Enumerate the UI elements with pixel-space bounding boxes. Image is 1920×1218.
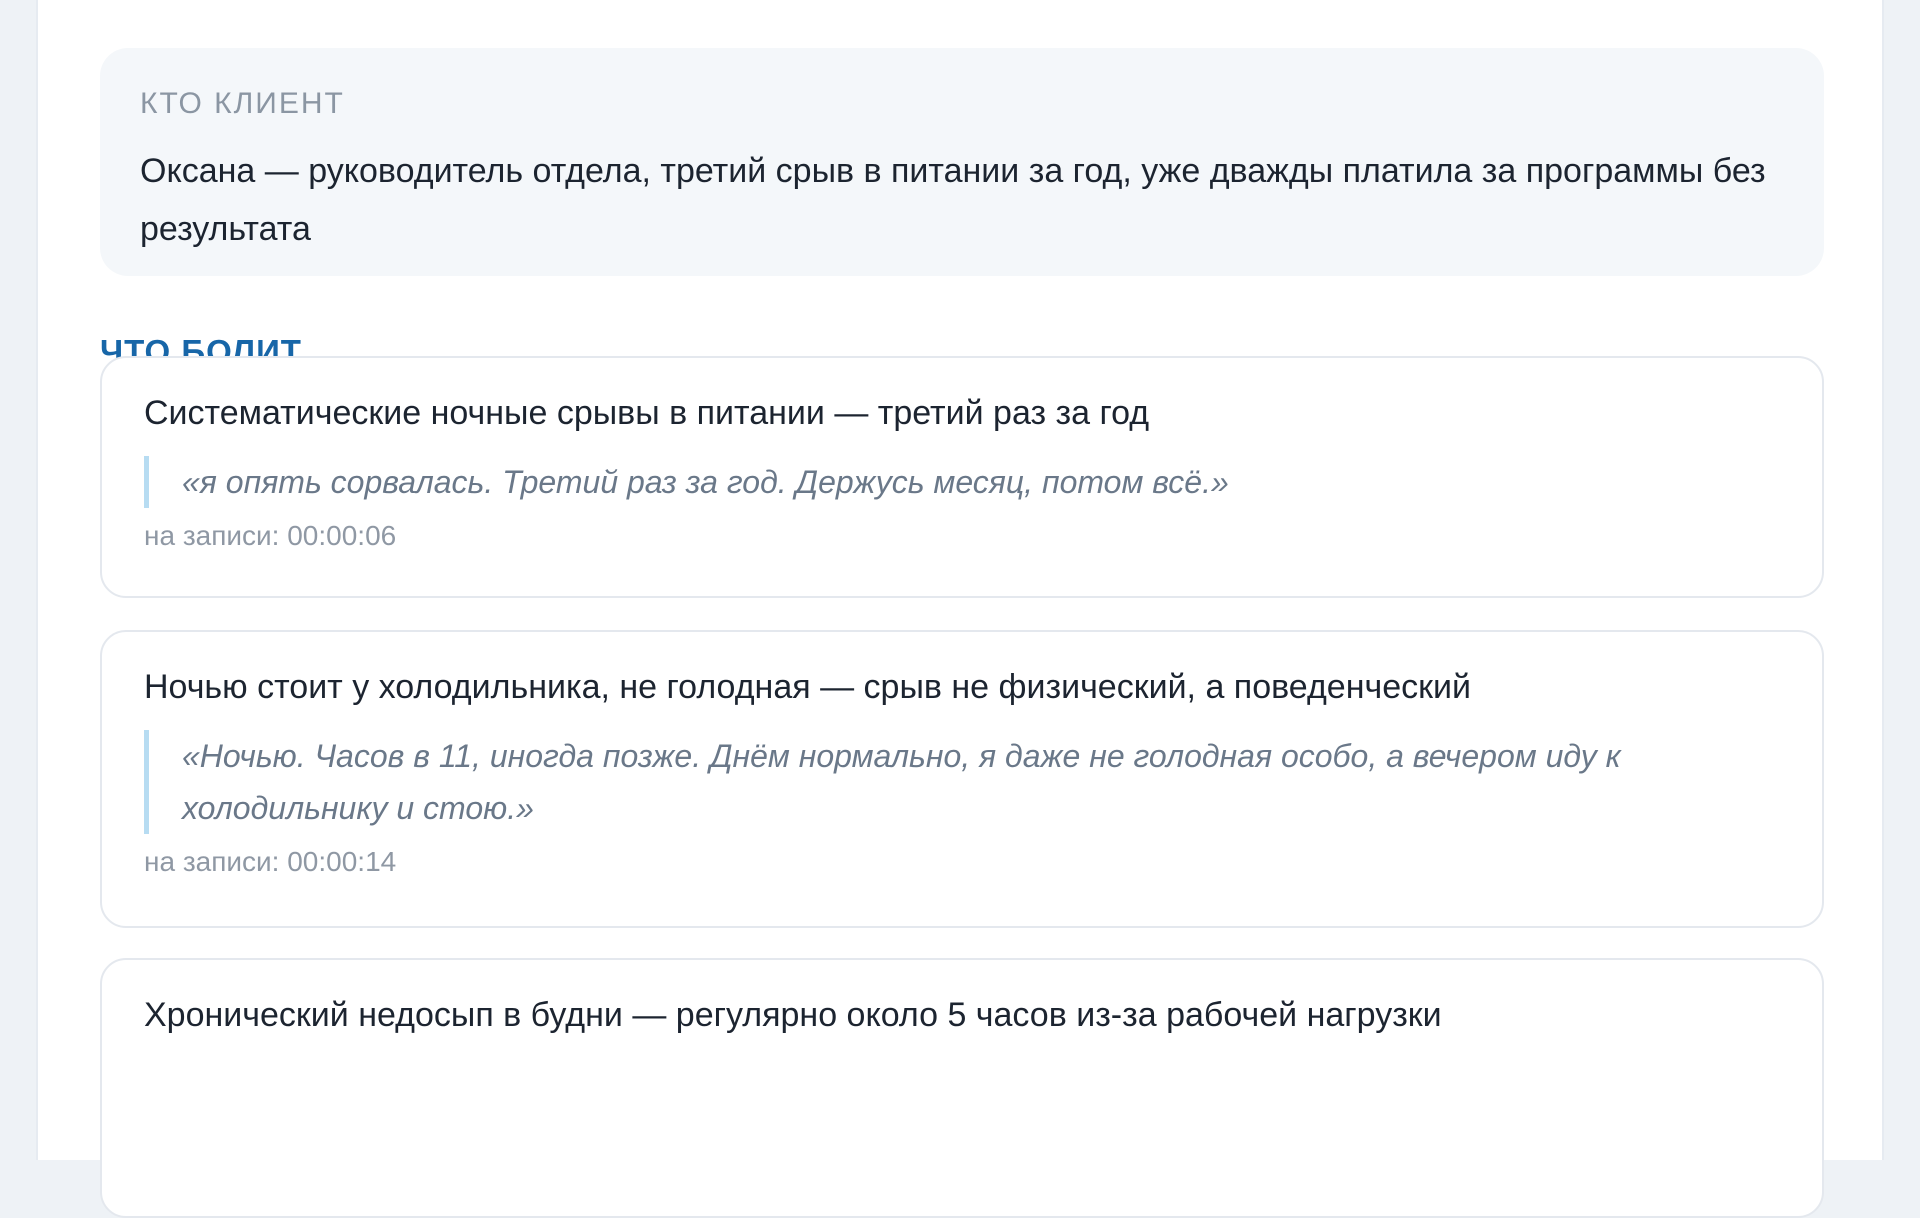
pain-card: Систематические ночные срывы в питании —… [100,356,1824,598]
pain-card-title: Хронический недосып в будни — регулярно … [144,996,1442,1034]
pain-card-quote: «я опять сорвалась. Третий раз за год. Д… [144,456,1780,508]
pain-card: Хронический недосып в будни — регулярно … [100,958,1824,1218]
content-panel: КТО КЛИЕНТ Оксана — руководитель отдела,… [36,0,1884,1218]
pain-card-title: Систематические ночные срывы в питании —… [144,394,1150,432]
client-label: КТО КЛИЕНТ [140,87,345,120]
client-info-box: КТО КЛИЕНТ Оксана — руководитель отдела,… [100,48,1824,276]
recording-timestamp: на записи: 00:00:14 [144,846,397,877]
pain-card-quote: «Ночью. Часов в 11, иногда позже. Днём н… [144,730,1780,834]
client-description: Оксана — руководитель отдела, третий сры… [140,152,1766,248]
recording-timestamp: на записи: 00:00:06 [144,520,397,551]
pain-card-title: Ночью стоит у холодильника, не голодная … [144,668,1471,706]
pain-card: Ночью стоит у холодильника, не голодная … [100,630,1824,928]
